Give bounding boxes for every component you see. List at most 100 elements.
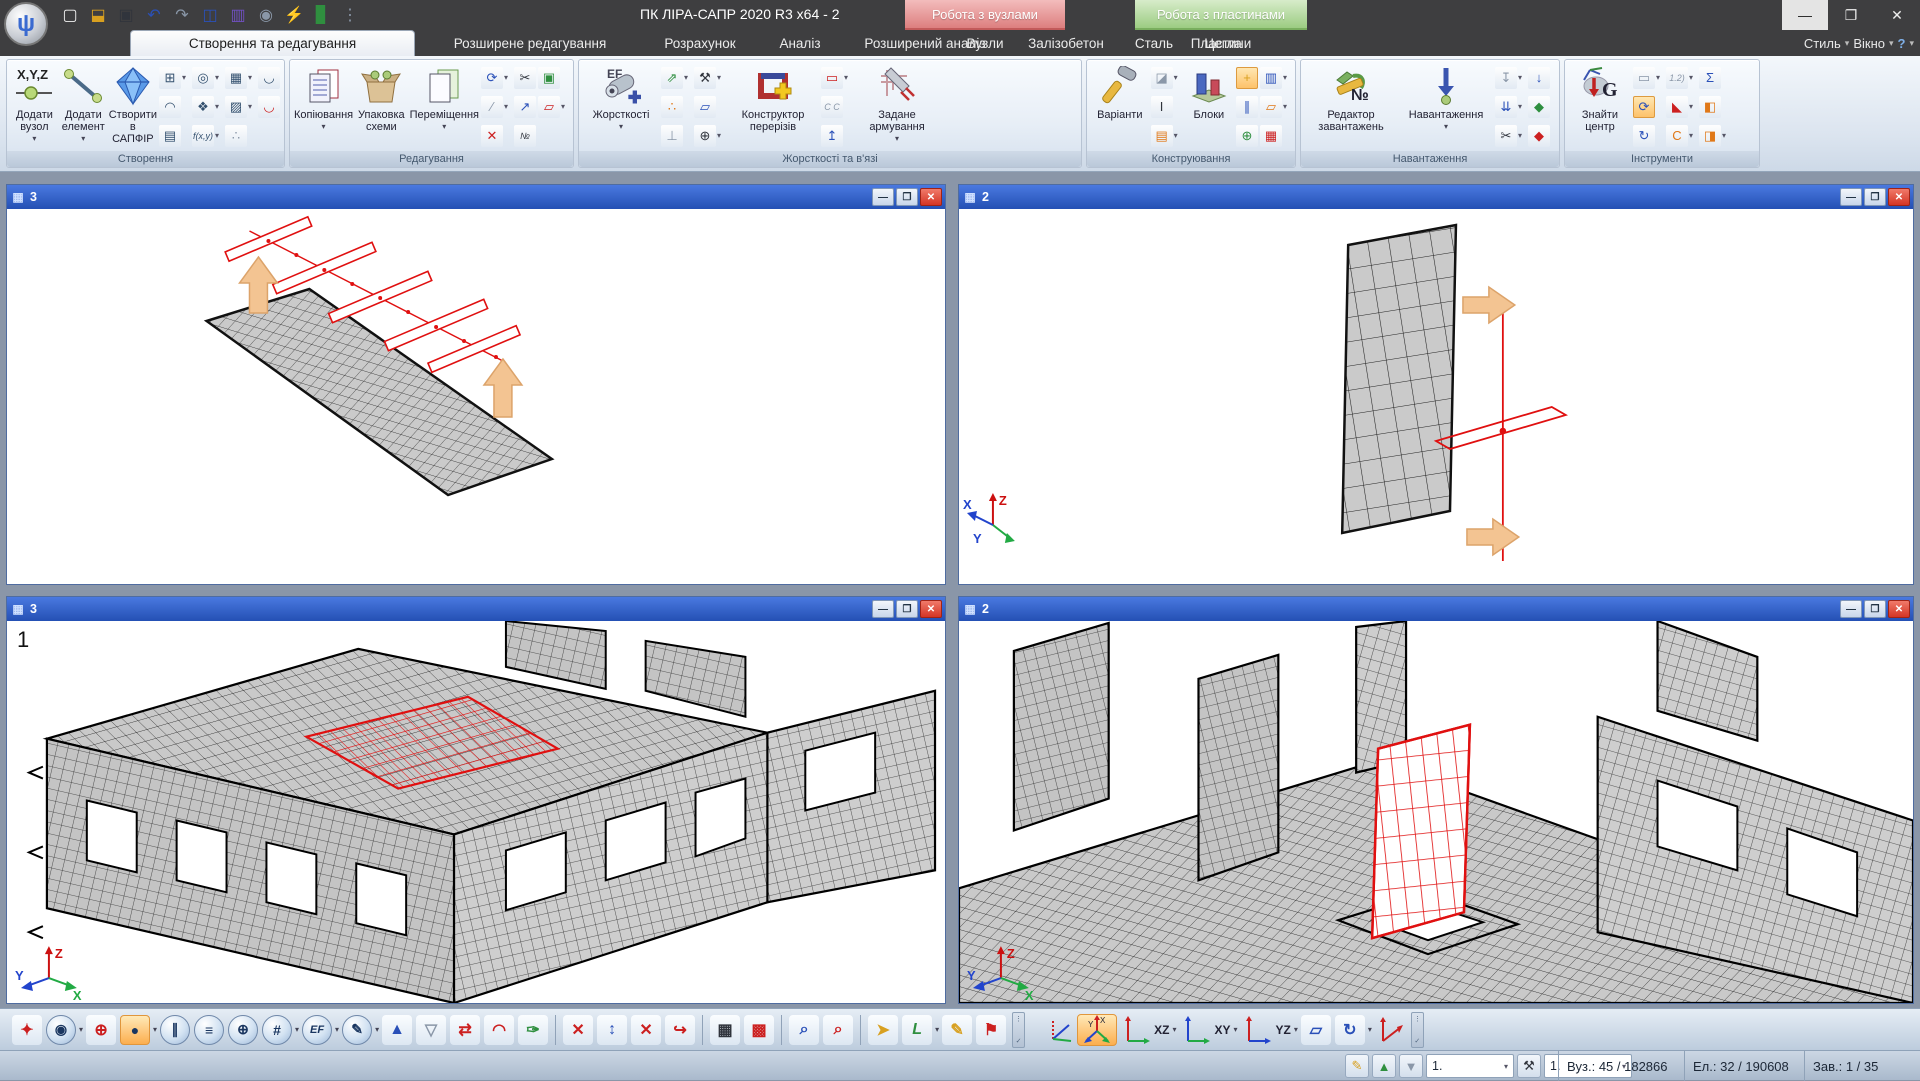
rotate-view-icon[interactable]: ↻ [1335,1015,1365,1045]
view-window-2-model[interactable]: ▦ 2 — ❐ ✕ [958,596,1914,1004]
zoom-icon[interactable]: ⌕ [789,1015,819,1045]
show-frame-icon[interactable]: ▦ [710,1015,740,1045]
add-element-button[interactable]: Додати елемент▾ [60,63,107,151]
minimize-button[interactable]: — [1782,0,1828,30]
sum-loads-icon[interactable]: Σ [1699,67,1721,89]
support-truss-icon[interactable]: ⊥ [661,125,683,147]
child-restore-button[interactable]: ❐ [896,188,918,206]
unselect-frame-icon[interactable]: ✕ [563,1015,593,1045]
flag-icon[interactable]: ⚑ [976,1015,1006,1045]
move-button[interactable]: Переміщення▾ [410,63,479,151]
load-editor-button[interactable]: № Редактор завантажень [1305,63,1397,151]
child-titlebar[interactable]: ▦ 2 — ❐ ✕ [959,185,1913,209]
tab-create-edit[interactable]: Створення та редагування [130,30,415,56]
child-minimize-button[interactable]: — [1840,188,1862,206]
view-window-3-model[interactable]: ▦ 3 — ❐ ✕ [6,596,946,1004]
diagram-icon[interactable]: ◣ [1666,96,1688,118]
quadrant-down-icon[interactable]: ◧ [1699,96,1721,118]
child-close-button[interactable]: ✕ [1888,600,1910,618]
truss-scheme-icon[interactable]: ◠ [159,96,181,118]
cut-load-icon[interactable]: ✂ [1495,125,1517,147]
view-yz-icon[interactable]: YZ [1238,1015,1292,1045]
loadcase-select[interactable]: 1.▾ [1426,1054,1514,1078]
child-minimize-button[interactable]: — [872,188,894,206]
refresh-cycle-icon[interactable]: ↻ [1633,125,1655,147]
add-beams-icon[interactable]: ∥ [1236,96,1258,118]
rotate-copy-icon[interactable]: ⟳ [481,67,503,89]
hatch-plate-icon[interactable]: ▨ [225,96,247,118]
help-icon[interactable]: ? [1898,36,1906,51]
frame-axes-icon[interactable]: ↕ [597,1015,627,1045]
viewport-building-wall[interactable]: Z Y X [959,621,1913,1003]
select-frame-nodes-icon[interactable]: ⊕ [86,1015,116,1045]
tower-scheme-icon[interactable]: ▤ [159,125,181,147]
book-icon[interactable]: ▥ [226,3,250,27]
mirror-icon[interactable]: ∕ [481,96,503,118]
renumber-icon[interactable]: № [514,125,536,147]
style-menu[interactable]: Стиль [1804,36,1841,51]
mesh-grid-icon[interactable]: ▦ [225,67,247,89]
select-grid-icon[interactable]: # [262,1015,292,1045]
redo-icon[interactable]: ↷ [170,3,194,27]
child-close-button[interactable]: ✕ [920,600,942,618]
resize-icon[interactable]: ↗ [514,96,536,118]
quadrant-pen-icon[interactable]: ◨ [1699,125,1721,147]
next-loadcase-icon[interactable]: ▼ [1399,1054,1423,1078]
columns-icon[interactable]: ▥ [1260,67,1282,89]
variant-hammer-icon[interactable]: ⚒ [1517,1054,1541,1078]
child-minimize-button[interactable]: — [872,600,894,618]
pack-scheme-button[interactable]: Упаковка схеми [355,63,407,151]
meshed-plate[interactable] [1342,225,1456,533]
section-builder-button[interactable]: Конструктор перерізів [727,63,819,151]
find-center-button[interactable]: G Знайти центр [1569,63,1631,151]
paint-select-icon[interactable]: ✑ [518,1015,548,1045]
fragment-icon[interactable]: ▱ [538,96,560,118]
restore-selection-icon[interactable]: ↪ [665,1015,695,1045]
distributed-load-icon[interactable]: ⇊ [1495,96,1517,118]
flashlight-icon[interactable]: ➤ [868,1015,898,1045]
isometric-view-icon[interactable]: YX [1077,1014,1117,1046]
open-file-icon[interactable]: ⬓ [86,3,110,27]
delete-icon[interactable]: ✕ [481,125,503,147]
toolbar-collapse[interactable]: ⋮✓ [1012,1012,1025,1048]
qat-more-icon[interactable]: ⋮ [338,3,362,27]
window-menu[interactable]: Вікно [1853,36,1885,51]
tab-plates[interactable]: Пластини [1135,30,1307,56]
frame-scheme-icon[interactable]: ⊞ [159,67,181,89]
tab-nodes[interactable]: Вузли [905,30,1065,56]
child-close-button[interactable]: ✕ [1888,188,1910,206]
invert-selection-icon[interactable]: ⇄ [450,1015,480,1045]
pile-anchor-icon[interactable]: ↥ [821,125,843,147]
child-restore-button[interactable]: ❐ [1864,188,1886,206]
polyline-select-icon[interactable]: ✦ [12,1015,42,1045]
import-loads-icon[interactable]: ↓ [1528,67,1550,89]
scale-cursor-icon[interactable]: ▭ [1633,67,1655,89]
plate-view-icon[interactable]: ▱ [1301,1015,1331,1045]
add-node-button[interactable]: X,Y,Z Додати вузол▾ [11,63,58,151]
close-button[interactable]: ✕ [1874,0,1920,30]
restore-button[interactable]: ❐ [1828,0,1874,30]
wall-top-icon[interactable]: ▦ [1260,125,1282,147]
snapshot-icon[interactable]: ◉ [254,3,278,27]
dimetric-view-icon[interactable] [1045,1015,1075,1045]
dome-surface-icon[interactable]: ◡ [258,67,280,89]
slab-panel-icon[interactable]: ▱ [1260,96,1282,118]
model-view-icon[interactable]: ◫ [198,3,222,27]
arch-select-icon[interactable]: ◠ [484,1015,514,1045]
section-frame-icon[interactable]: ▭ [821,67,843,89]
select-elements-icon[interactable]: ● [120,1015,150,1045]
select-pen-icon[interactable]: ✎ [342,1015,372,1045]
masonry-icon[interactable]: ▤ [1151,125,1173,147]
cube-move-icon[interactable]: ❖ [192,96,214,118]
weight-icon[interactable]: ↧ [1495,67,1517,89]
select-frame-icon[interactable]: ▣ [538,67,560,89]
viewport-building-roof[interactable]: 1 Z Y X [7,621,945,1003]
add-node-check-icon[interactable]: ⊕ [1236,125,1258,147]
create-in-sapfir-button[interactable]: Створити в САПФІР [109,63,157,151]
child-titlebar[interactable]: ▦ 3 — ❐ ✕ [7,597,945,621]
free-rotation-icon[interactable] [1375,1015,1405,1045]
decimal-places-icon[interactable]: 1.2) [1666,67,1688,89]
section-line[interactable] [1436,305,1566,561]
cut-icon[interactable]: ✂ [514,67,536,89]
loads-button[interactable]: Навантаження▾ [1399,63,1493,151]
